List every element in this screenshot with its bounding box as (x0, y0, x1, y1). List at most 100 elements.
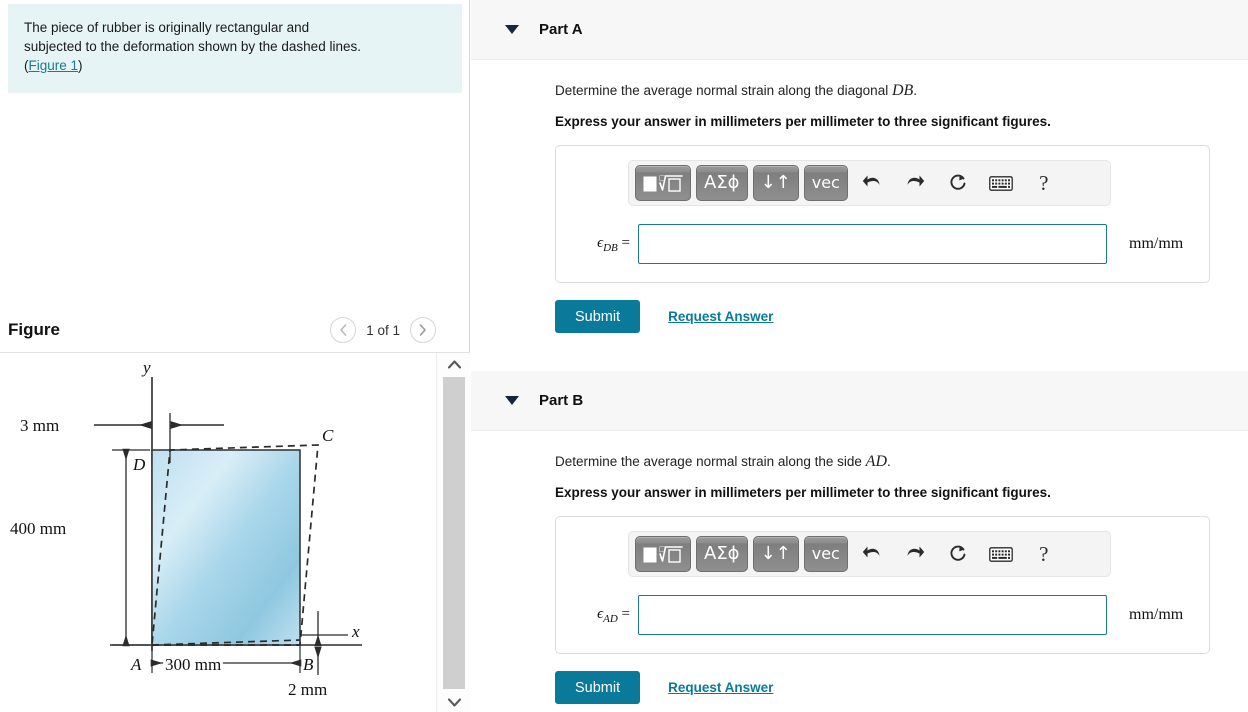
figure-label-y: y (141, 358, 151, 377)
figure-label-a: A (130, 655, 142, 674)
math-vec-label: vec (811, 173, 840, 192)
part-a-variable-label: ϵDB = (570, 235, 630, 254)
figure-label-c: C (322, 426, 334, 445)
part-b-actions: Submit Request Answer (555, 671, 1248, 704)
part-a-equals-sign: = (621, 234, 630, 251)
part-a-answer-row: ϵDB = mm/mm (556, 224, 1209, 264)
math-redo-button[interactable] (896, 166, 934, 200)
figure-header: Figure 1 of 1 (8, 310, 462, 350)
caret-down-icon[interactable] (505, 396, 519, 405)
math-vec-button[interactable]: vec (803, 536, 848, 572)
figure-dim-3mm: 3 mm (20, 416, 59, 435)
part-b-math-toolbar: □ ΑΣϕ ↓↑ vec ? (628, 531, 1111, 577)
part-a-prompt: Determine the average normal strain alon… (555, 82, 1248, 100)
part-b-unit-label: mm/mm (1129, 606, 1184, 623)
part-a-epsilon-subscript: DB (603, 241, 618, 254)
part-b-prompt-period: . (887, 454, 891, 469)
part-a-request-answer-link[interactable]: Request Answer (668, 309, 773, 324)
right-pane: Part A Determine the average normal stra… (471, 0, 1248, 712)
math-help-label: ? (1039, 541, 1049, 566)
figure-scrollbar[interactable] (436, 353, 470, 712)
problem-line-3: (Figure 1) (24, 56, 446, 75)
figure-scroll-down-button[interactable] (437, 691, 470, 712)
square-and-nth-root-icon: □ (643, 174, 683, 192)
caret-down-icon[interactable] (505, 25, 519, 34)
problem-line-1: The piece of rubber is originally rectan… (24, 20, 310, 35)
math-undo-button[interactable] (853, 537, 891, 571)
chevron-left-icon (340, 324, 347, 336)
part-b-variable-label: ϵAD = (570, 606, 630, 625)
undo-arrow-icon (862, 546, 880, 558)
math-keyboard-button[interactable] (982, 166, 1020, 200)
figure-prev-button[interactable] (330, 317, 357, 343)
math-arrows-button[interactable]: ↓↑ (752, 536, 799, 572)
part-b-equals-sign: = (621, 605, 630, 622)
math-greek-button[interactable]: ΑΣϕ (696, 536, 748, 572)
part-a-math-toolbar: □ ΑΣϕ ↓↑ vec ? (628, 160, 1111, 206)
part-a-answer-input[interactable] (638, 224, 1107, 264)
rubber-deformation-diagram: y x 3 mm 400 mm 300 mm 2 mm A B C D (10, 358, 362, 699)
left-pane: The piece of rubber is originally rectan… (0, 0, 470, 712)
figure-label-x: x (351, 622, 360, 641)
part-b-answer-row: ϵAD = mm/mm (556, 595, 1209, 635)
figure-panel: y x 3 mm 400 mm 300 mm 2 mm A B C D (0, 352, 470, 712)
part-b-submit-button[interactable]: Submit (555, 671, 641, 704)
figure-dim-300mm: 300 mm (165, 655, 221, 674)
math-greek-label: ΑΣϕ (704, 172, 740, 193)
paren-close: ) (78, 58, 83, 73)
figure-scroll-up-button[interactable] (437, 353, 470, 375)
part-b-prompt-text: Determine the average normal strain alon… (555, 454, 866, 469)
undo-arrow-icon (862, 175, 880, 187)
part-b-answer-box: □ ΑΣϕ ↓↑ vec ? ϵAD = mm/mm (555, 516, 1210, 654)
part-a-header[interactable]: Part A (471, 0, 1248, 60)
reset-circular-arrow-icon (950, 545, 966, 561)
reset-circular-arrow-icon (950, 174, 966, 190)
chevron-right-icon (419, 324, 426, 336)
chevron-up-icon (447, 359, 461, 369)
math-arrows-button[interactable]: ↓↑ (752, 165, 799, 201)
part-b-body: Determine the average normal strain alon… (471, 431, 1248, 704)
part-b-prompt: Determine the average normal strain alon… (555, 453, 1248, 471)
part-a-answer-box: □ ΑΣϕ ↓↑ vec ? ϵDB = mm/mm (555, 145, 1210, 283)
math-arrows-label: ↓↑ (760, 172, 791, 193)
figure-pager: 1 of 1 (330, 317, 436, 343)
math-template-button[interactable]: □ (635, 165, 691, 201)
part-b-answer-input[interactable] (638, 595, 1107, 635)
math-vec-button[interactable]: vec (803, 165, 848, 201)
math-reset-button[interactable] (939, 166, 977, 200)
math-help-button[interactable]: ? (1025, 166, 1063, 200)
square-and-nth-root-icon: □ (643, 545, 683, 563)
math-redo-button[interactable] (896, 537, 934, 571)
part-b-header[interactable]: Part B (471, 371, 1248, 431)
keyboard-icon (988, 546, 1013, 562)
problem-statement: The piece of rubber is originally rectan… (8, 4, 462, 93)
math-help-label: ? (1039, 170, 1049, 195)
part-a-submit-button[interactable]: Submit (555, 300, 641, 333)
math-keyboard-button[interactable] (982, 537, 1020, 571)
figure-dim-2mm: 2 mm (288, 680, 327, 699)
math-undo-button[interactable] (853, 166, 891, 200)
figure-title: Figure (8, 320, 60, 339)
chevron-down-icon (447, 697, 461, 707)
part-b-prompt-variable: AD (865, 453, 887, 470)
part-a-prompt-variable: DB (891, 82, 914, 99)
part-b-title: Part B (539, 392, 584, 409)
part-a-instruction: Express your answer in millimeters per m… (555, 114, 1051, 129)
math-vec-label: vec (811, 544, 840, 563)
math-template-button[interactable]: □ (635, 536, 691, 572)
math-arrows-label: ↓↑ (760, 543, 791, 564)
part-a-title: Part A (539, 21, 583, 38)
math-reset-button[interactable] (939, 537, 977, 571)
figure-label-b: B (303, 655, 314, 674)
figure-1-link[interactable]: Figure 1 (29, 58, 79, 73)
keyboard-icon (988, 175, 1013, 191)
math-help-button[interactable]: ? (1025, 537, 1063, 571)
part-b-epsilon-subscript: AD (603, 612, 618, 625)
math-greek-button[interactable]: ΑΣϕ (696, 165, 748, 201)
part-a-body: Determine the average normal strain alon… (471, 60, 1248, 333)
figure-dim-400mm: 400 mm (10, 519, 66, 538)
part-b-request-answer-link[interactable]: Request Answer (668, 680, 773, 695)
figure-next-button[interactable] (410, 317, 436, 343)
part-a-prompt-text: Determine the average normal strain alon… (555, 83, 892, 98)
figure-scrollbar-thumb[interactable] (443, 377, 465, 689)
